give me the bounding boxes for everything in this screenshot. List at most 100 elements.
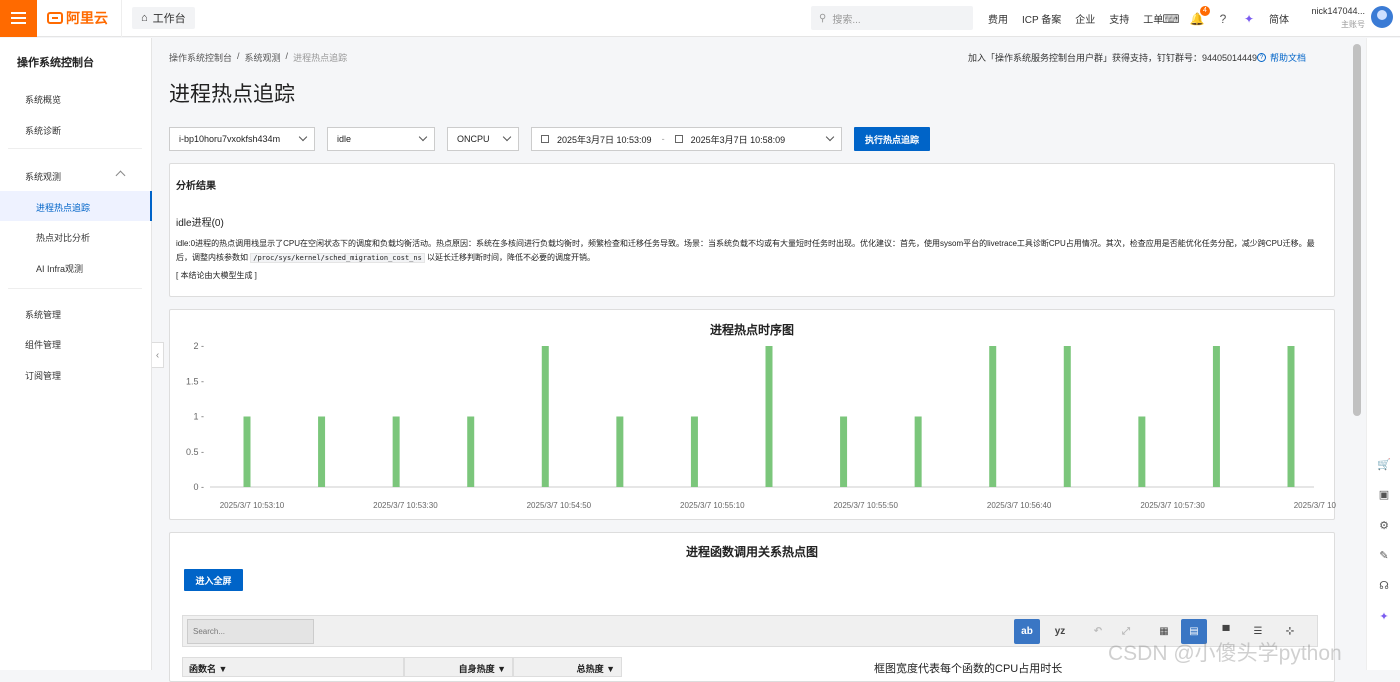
global-search-input[interactable]: ⚲ 搜索... (811, 6, 973, 30)
help-icon[interactable]: ? (1216, 12, 1230, 26)
sidebar: 操作系统控制台 系统概览 系统诊断 系统观测 进程热点追踪 热点对比分析 AI … (0, 38, 152, 670)
mode-select[interactable]: ONCPU (447, 127, 519, 151)
col-self[interactable]: 自身热度 ▼ (404, 657, 513, 677)
logo[interactable]: 阿里云 (47, 8, 121, 28)
process-select[interactable]: idle (327, 127, 435, 151)
bar (616, 416, 624, 487)
x-tick-label: 2025/3/7 10:55:50 (833, 501, 898, 510)
help-docs-link[interactable]: ? 帮助文档 (1257, 51, 1306, 64)
sidebar-item-compare[interactable]: 热点对比分析 (36, 231, 90, 244)
user-role: 主账号 (1341, 20, 1365, 29)
bar (765, 346, 773, 487)
bar (467, 416, 475, 487)
calendar-icon (674, 135, 683, 143)
bar (1287, 346, 1295, 487)
divider (8, 148, 142, 149)
analysis-text: 以延长迁移判断时间，降低不必要的调度开销。 (427, 253, 596, 262)
x-tick-label: 2025/3/7 10:53:30 (373, 501, 438, 510)
aliyun-logo-icon (47, 12, 63, 24)
cart-icon[interactable]: 🛒 (1377, 457, 1391, 471)
run-trace-button[interactable]: 执行热点追踪 (854, 127, 930, 151)
sidebar-item-components[interactable]: 组件管理 (25, 338, 145, 351)
y-tick-label: 1 - (193, 412, 204, 422)
sidebar-item-hotspot[interactable]: 进程热点追踪 (36, 201, 90, 214)
headset-icon[interactable]: ☊ (1377, 578, 1391, 592)
user-menu[interactable]: nick147044... 主账号 (1307, 6, 1365, 30)
sidebar-item-overview[interactable]: 系统概览 (25, 93, 145, 106)
bar (1138, 416, 1146, 487)
chevron-down-icon (418, 132, 428, 142)
flamegraph-caption: 框图宽度代表每个函数的CPU占用时长 (874, 663, 1063, 675)
start-time[interactable]: 2025年3月7日 10:53:09 (557, 133, 652, 146)
sidebar-item-diagnose[interactable]: 系统诊断 (25, 124, 145, 137)
col-total[interactable]: 总热度 ▼ (513, 657, 622, 677)
logo-text: 阿里云 (66, 10, 108, 26)
gear-icon[interactable]: ⚙ (1377, 518, 1391, 532)
sort-button[interactable]: yz (1047, 619, 1073, 644)
y-tick-label: 1.5 - (186, 376, 204, 386)
flamegraph-title: 进程函数调用关系热点图 (685, 545, 818, 559)
page-title: 进程热点追踪 (169, 83, 295, 106)
sidebar-item-subscribe[interactable]: 订阅管理 (25, 369, 145, 382)
link-ticket[interactable]: 工单 (1143, 11, 1163, 26)
ai-assistant-icon[interactable]: ✦ (1377, 609, 1391, 623)
bar (1063, 346, 1071, 487)
time-range-picker[interactable]: 2025年3月7日 10:53:09 - 2025年3月7日 10:58:09 (531, 127, 842, 151)
bar (989, 346, 997, 487)
kernel-param-code: /proc/sys/kernel/sched_migration_cost_ns (250, 253, 425, 263)
analysis-description: idle:0进程的热点调用栈显示了CPU在空闲状态下的调度和负载均衡活动。热点原… (176, 237, 1324, 265)
link-support[interactable]: 支持 (1109, 11, 1129, 26)
match-case-button[interactable]: ab (1014, 619, 1040, 644)
language-switch[interactable]: 简体 (1268, 12, 1290, 26)
edit-icon[interactable]: ✎ (1377, 548, 1391, 562)
timeline-chart: 0 - 0.5 - 1 - 1.5 - 2 - 2025/3/7 10:53:10 2025… (186, 341, 1336, 510)
flamegraph-search-input[interactable]: Search... (187, 619, 314, 644)
avatar[interactable] (1371, 6, 1393, 28)
ai-assistant-icon[interactable]: ✦ (1242, 12, 1256, 26)
top-icons: ⌨ 🔔 4 ? ✦ 简体 (1162, 0, 1290, 37)
notification-badge: 4 (1200, 5, 1210, 16)
x-tick-label: 2025/3/7 10:57:50 (1294, 501, 1336, 510)
bar (840, 416, 848, 487)
x-tick-label: 2025/3/7 10:55:10 (680, 501, 745, 510)
sidebar-item-observe[interactable]: 系统观测 (25, 170, 145, 183)
bar (541, 346, 549, 487)
search-icon: ⚲ (819, 12, 827, 24)
y-tick-label: 2 - (193, 341, 204, 351)
sidebar-item-manage[interactable]: 系统管理 (25, 308, 145, 321)
instance-select-value: i-bp10horu7vxokfsh434m (179, 134, 281, 144)
mode-select-value: ONCPU (457, 134, 490, 144)
search-placeholder: 搜索... (832, 14, 861, 26)
bar (392, 416, 400, 487)
join-group-text: 加入「操作系统服务控制台用户群」获得支持，钉钉群号：94405014449 (968, 53, 1258, 63)
box-icon[interactable]: ▣ (1377, 487, 1391, 501)
link-icp[interactable]: ICP 备案 (1022, 11, 1061, 26)
link-enterprise[interactable]: 企业 (1075, 11, 1095, 26)
divider (8, 288, 142, 289)
question-icon: ? (1257, 53, 1266, 62)
generated-note: [ 本结论由大模型生成 ] (176, 271, 257, 280)
right-rail: 🛒 ▣ ⚙ ✎ ☊ ✦ (1366, 38, 1400, 670)
analysis-card: 分析结果 idle进程(0) idle:0进程的热点调用栈显示了CPU在空闲状态… (169, 163, 1335, 297)
menu-icon[interactable] (0, 0, 37, 37)
workbench-button[interactable]: ⌂ 工作台 (132, 7, 195, 29)
bar (318, 416, 326, 487)
col-function-name[interactable]: 函数名 ▼ (182, 657, 404, 677)
breadcrumb-item[interactable]: 操作系统控制台 (169, 51, 232, 64)
bell-icon[interactable]: 🔔 4 (1190, 5, 1210, 26)
breadcrumb-separator: / (237, 51, 240, 61)
x-tick-label: 2025/3/7 10:56:40 (987, 501, 1052, 510)
page-scrollbar[interactable] (1353, 44, 1361, 416)
process-select-value: idle (337, 134, 352, 144)
help-docs-label: 帮助文档 (1270, 53, 1307, 63)
sidebar-item-ai-infra[interactable]: AI Infra观测 (36, 262, 83, 275)
terminal-icon[interactable]: ⌨ (1162, 12, 1179, 26)
breadcrumb-item[interactable]: 系统观测 (245, 51, 281, 64)
link-billing[interactable]: 费用 (988, 11, 1008, 26)
chevron-down-icon (298, 132, 308, 142)
end-time[interactable]: 2025年3月7日 10:58:09 (691, 133, 786, 146)
instance-select[interactable]: i-bp10horu7vxokfsh434m (169, 127, 315, 151)
range-separator: - (661, 134, 665, 144)
fullscreen-button[interactable]: 进入全屏 (184, 569, 243, 591)
x-tick-label: 2025/3/7 10:54:50 (527, 501, 592, 510)
